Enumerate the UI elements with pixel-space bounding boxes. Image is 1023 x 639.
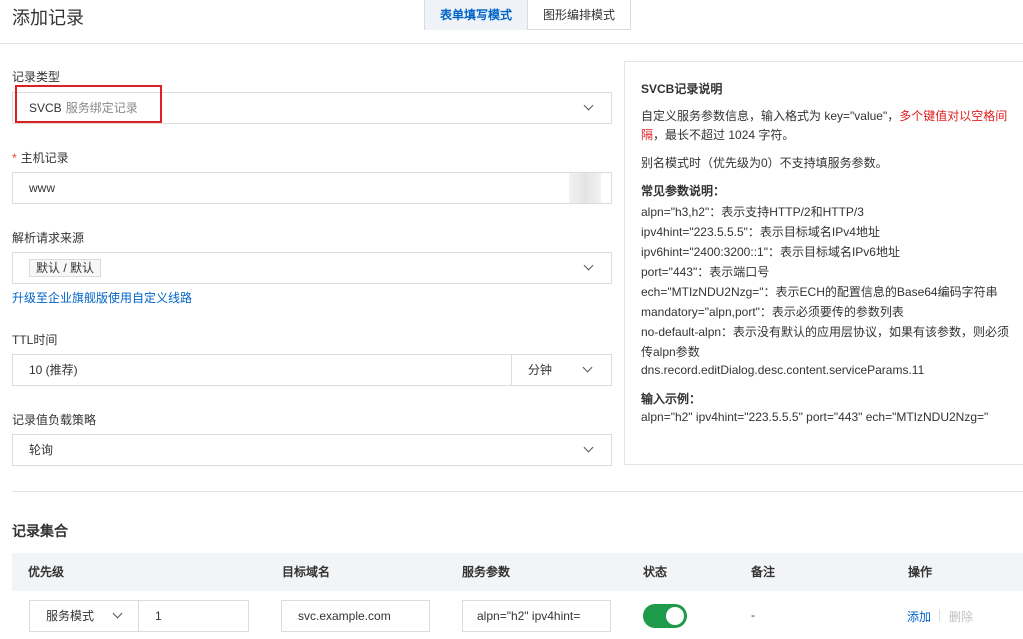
remark-value: - xyxy=(751,608,755,622)
chevron-down-icon xyxy=(112,608,123,619)
host-record-label-text: 主机记录 xyxy=(20,151,69,165)
desc-intro-rest: ，最长不超过 1024 字符。 xyxy=(653,128,795,142)
dialog-header: 添加记录 表单填写模式 图形编排模式 xyxy=(0,0,1023,44)
highlight-annotation xyxy=(15,85,162,123)
desc-intro-line2: 隔，最长不超过 1024 字符。 xyxy=(641,126,794,143)
records-table-header: 优先级 目标域名 服务参数 状态 备注 操作 xyxy=(12,553,1023,591)
col-status: 状态 xyxy=(643,565,668,579)
col-target: 目标域名 xyxy=(282,565,331,579)
desc-intro-red: 多个键值对以空格间 xyxy=(899,109,1008,123)
delete-row-button[interactable]: 删除 xyxy=(949,608,973,625)
desc-param: ipv6hint="2400:3200::1"：表示目标域名IPv6地址 xyxy=(641,245,900,259)
col-actions: 操作 xyxy=(908,565,933,579)
desc-param: alpn="h3,h2"：表示支持HTTP/2和HTTP/3 xyxy=(641,205,864,219)
record-type-label: 记录类型 xyxy=(12,70,61,84)
required-mark: * xyxy=(12,151,17,165)
ttl-unit-select[interactable]: 分钟 xyxy=(511,354,612,386)
action-separator xyxy=(939,609,940,621)
target-domain-input[interactable]: svc.example.com xyxy=(281,600,430,632)
desc-param: port="443"：表示端口号 xyxy=(641,265,770,279)
desc-intro-text: 自定义服务参数信息，输入格式为 key="value"， xyxy=(641,109,900,123)
desc-param: dns.record.editDialog.desc.content.servi… xyxy=(641,363,925,377)
chevron-down-icon xyxy=(583,260,594,271)
ttl-unit-value: 分钟 xyxy=(528,363,553,377)
desc-params-title: 常见参数说明： xyxy=(641,184,726,198)
desc-example-title: 输入示例： xyxy=(641,392,702,406)
host-record-label: * 主机记录 xyxy=(12,149,69,166)
desc-param: ech="MTIzNDU2Nzg="：表示ECH的配置信息的Base64编码字符… xyxy=(641,285,998,299)
ttl-value: 10 (推荐) xyxy=(29,363,78,377)
add-row-button[interactable]: 添加 xyxy=(907,608,931,625)
desc-param: 传alpn参数 xyxy=(641,345,700,359)
resolve-source-tag: 默认 / 默认 xyxy=(29,259,102,277)
desc-param: mandatory="alpn,port"：表示必须要传的参数列表 xyxy=(641,305,904,319)
load-strategy-value: 轮询 xyxy=(29,443,54,457)
load-strategy-label: 记录值负载策略 xyxy=(12,413,97,427)
desc-param: ipv4hint="223.5.5.5"：表示目标域名IPv4地址 xyxy=(641,225,880,239)
records-title: 记录集合 xyxy=(12,523,68,539)
resolve-source-select[interactable]: 默认 / 默认 xyxy=(12,252,612,284)
ttl-input[interactable]: 10 (推荐) xyxy=(12,354,512,386)
mode-value: 服务模式 xyxy=(46,609,95,623)
service-params-value: alpn="h2" ipv4hint= xyxy=(477,609,581,623)
upgrade-link[interactable]: 升级至企业旗舰版使用自定义线路 xyxy=(12,289,192,306)
chevron-down-icon xyxy=(582,362,593,373)
load-strategy-select[interactable]: 轮询 xyxy=(12,434,612,466)
status-toggle[interactable] xyxy=(643,604,687,628)
mode-select[interactable]: 服务模式 xyxy=(29,600,139,632)
host-record-value: www xyxy=(29,181,55,195)
desc-title: SVCB记录说明 xyxy=(641,82,723,96)
desc-param: no-default-alpn：表示没有默认的应用层协议，如果有该参数，则必须 xyxy=(641,325,1010,339)
col-params: 服务参数 xyxy=(462,565,511,579)
svcb-description-panel: SVCB记录说明 自定义服务参数信息，输入格式为 key="value"，多个键… xyxy=(624,61,1023,465)
section-divider xyxy=(12,491,1023,492)
service-params-input[interactable]: alpn="h2" ipv4hint= xyxy=(462,600,611,632)
priority-value: 1 xyxy=(155,609,162,623)
col-priority: 优先级 xyxy=(28,565,65,579)
tab-form-mode[interactable]: 表单填写模式 xyxy=(425,0,529,30)
tab-graph-mode[interactable]: 图形编排模式 xyxy=(528,0,630,30)
chevron-down-icon xyxy=(583,442,594,453)
host-record-input[interactable]: www xyxy=(12,172,612,204)
priority-input[interactable]: 1 xyxy=(138,600,249,632)
target-domain-value: svc.example.com xyxy=(298,609,391,623)
col-remark: 备注 xyxy=(751,565,776,579)
desc-intro: 自定义服务参数信息，输入格式为 key="value"，多个键值对以空格间 xyxy=(641,107,1007,124)
ttl-label: TTL时间 xyxy=(12,333,58,347)
redacted-area xyxy=(569,173,601,203)
page-title: 添加记录 xyxy=(12,8,84,28)
mode-tabs: 表单填写模式 图形编排模式 xyxy=(424,0,632,30)
toggle-knob xyxy=(666,607,684,625)
desc-example: alpn="h2" ipv4hint="223.5.5.5" port="443… xyxy=(641,410,989,424)
chevron-down-icon xyxy=(583,100,594,111)
desc-intro-red2: 隔 xyxy=(641,128,654,142)
desc-alias-note: 别名模式时（优先级为0）不支持填服务参数。 xyxy=(641,156,888,170)
resolve-source-label: 解析请求来源 xyxy=(12,231,85,245)
